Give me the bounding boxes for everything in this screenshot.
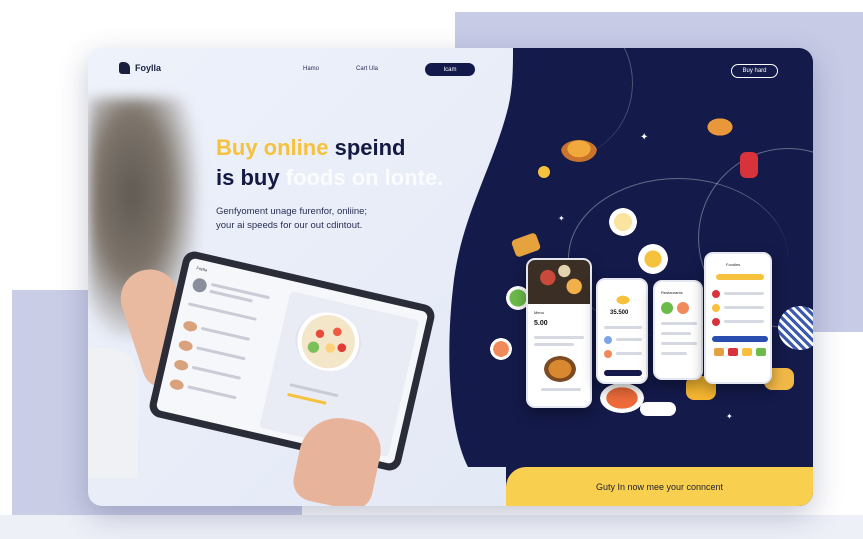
burger-food-image bbox=[561, 140, 597, 162]
item-icon bbox=[604, 336, 612, 344]
drink-food-image bbox=[609, 208, 637, 236]
food-grid-image bbox=[528, 260, 590, 304]
hero-subtext: Genfyoment unage furenfor, onliine; your… bbox=[216, 205, 436, 233]
item-icon bbox=[712, 304, 720, 312]
tablet-list-icon bbox=[182, 319, 199, 333]
phone-text-line bbox=[541, 388, 581, 391]
phone-text-line bbox=[661, 322, 697, 325]
phone-text-line bbox=[616, 352, 642, 355]
nav-cta-button[interactable]: Icam bbox=[425, 63, 475, 76]
phone-label: Foodies bbox=[726, 262, 741, 267]
background-strip bbox=[0, 515, 863, 539]
brand-name: Foylla bbox=[135, 63, 162, 73]
phone-text-line bbox=[724, 306, 764, 309]
ketchup-food-image bbox=[740, 152, 758, 178]
sparkle-icon: ✦ bbox=[726, 412, 733, 421]
cheese-food-image bbox=[638, 244, 668, 274]
phone-text-line bbox=[661, 342, 697, 345]
burger-thumb-image bbox=[544, 356, 576, 382]
tablet-text-line bbox=[191, 365, 242, 380]
buy-button[interactable]: Buy hard bbox=[731, 64, 778, 78]
tablet-list-icon bbox=[168, 378, 185, 392]
dish-icon bbox=[661, 302, 673, 314]
phone-action-button bbox=[604, 370, 642, 376]
tablet-text-line bbox=[187, 385, 237, 400]
phone-label: Restaurants bbox=[661, 290, 683, 295]
cta-bar[interactable]: Guty In now mee your conncent bbox=[506, 467, 813, 506]
phone-promo-button bbox=[716, 274, 764, 280]
tag-image bbox=[640, 402, 676, 416]
phone-bar bbox=[712, 336, 768, 342]
phone-text-line bbox=[724, 320, 764, 323]
headline-highlight: foods on lonte. bbox=[285, 165, 444, 190]
item-icon bbox=[712, 318, 720, 326]
headline-line-2: is buy foods on lonte. bbox=[216, 163, 443, 193]
item-icon bbox=[742, 348, 752, 356]
shirt-sleeve bbox=[88, 348, 138, 478]
item-icon bbox=[756, 348, 766, 356]
phone-label: Menu bbox=[534, 310, 545, 315]
phone-text-line bbox=[534, 336, 584, 339]
nav-link-cart[interactable]: Cart Ula bbox=[356, 66, 378, 72]
item-icon bbox=[714, 348, 724, 356]
headline-text: is buy bbox=[216, 165, 280, 190]
phone-text-line bbox=[616, 338, 642, 341]
tablet-text-line bbox=[200, 326, 251, 341]
phone-total: 35.500 bbox=[610, 310, 629, 316]
cup-food-image bbox=[490, 338, 512, 360]
subtext-line-2: your ai speeds for our out cdintout. bbox=[216, 220, 363, 231]
item-icon bbox=[712, 290, 720, 298]
carrot-plate-image bbox=[600, 383, 644, 413]
headline-highlight: Buy online bbox=[216, 135, 329, 160]
tablet-text-line bbox=[187, 302, 257, 321]
phone-text-line bbox=[661, 332, 691, 335]
tablet-list-icon bbox=[177, 339, 194, 353]
landing-card: ✦ ✦ ✦ ✦ Menu 5.00 35.500 Restaurants bbox=[88, 48, 813, 506]
phone-price: 5.00 bbox=[534, 320, 548, 327]
phone-text-line bbox=[661, 352, 687, 355]
phone-text-line bbox=[724, 292, 764, 295]
croissant-food-image bbox=[704, 116, 736, 138]
phone-mockup-list: Restaurants bbox=[653, 280, 703, 380]
headline-text: speind bbox=[334, 135, 406, 160]
item-icon bbox=[604, 350, 612, 358]
tablet-text-line bbox=[196, 346, 246, 361]
phone-text-line bbox=[604, 326, 642, 329]
tablet-avatar bbox=[191, 276, 209, 294]
dish-icon bbox=[677, 302, 689, 314]
logo-icon bbox=[119, 62, 130, 74]
brand-logo[interactable]: Foylla bbox=[119, 62, 161, 74]
phone-mockup-checkout: Foodies bbox=[704, 252, 772, 384]
headline-line-1: Buy online speind bbox=[216, 133, 443, 163]
item-icon bbox=[728, 348, 738, 356]
hero-headline: Buy online speind is buy foods on lonte. bbox=[216, 133, 443, 193]
tablet-list-icon bbox=[173, 358, 190, 372]
coin-icon bbox=[614, 294, 632, 306]
subtext-line-1: Genfyoment unage furenfor, onliine; bbox=[216, 206, 368, 217]
tablet-app-header: Foylla bbox=[195, 265, 208, 273]
sparkle-icon: ✦ bbox=[558, 214, 565, 223]
nav-link-home[interactable]: Hamo bbox=[303, 66, 319, 72]
phone-mockup-order: 35.500 bbox=[596, 278, 648, 384]
sparkle-icon: ✦ bbox=[640, 132, 649, 143]
phone-text-line bbox=[534, 343, 574, 346]
phone-mockup-food-grid: Menu 5.00 bbox=[526, 258, 592, 408]
lemon-food-image bbox=[538, 166, 550, 178]
